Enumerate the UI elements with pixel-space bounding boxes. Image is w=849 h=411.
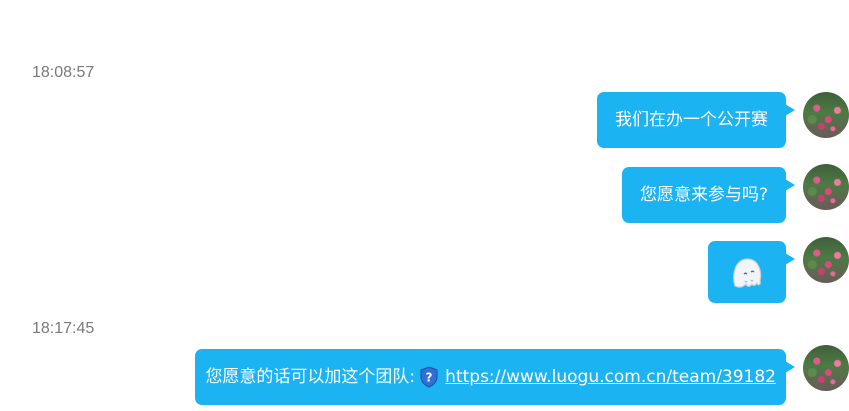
shield-question-icon: ? bbox=[420, 366, 438, 388]
avatar[interactable] bbox=[803, 345, 849, 391]
message-bubble[interactable]: 您愿意来参与吗? bbox=[621, 167, 796, 223]
message-bubble[interactable]: 我们在办一个公开赛 bbox=[597, 92, 795, 148]
message-timestamp: 18:08:57 bbox=[32, 64, 95, 81]
message-bubble[interactable] bbox=[708, 241, 795, 303]
avatar[interactable] bbox=[803, 164, 849, 210]
svg-text:?: ? bbox=[426, 371, 433, 385]
avatar[interactable] bbox=[803, 92, 849, 138]
message-text: 您愿意的话可以加这个团队: bbox=[205, 367, 416, 387]
message-timestamp: 18:17:45 bbox=[32, 320, 95, 337]
team-link[interactable]: https://www.luogu.com.cn/team/39182 bbox=[445, 366, 776, 388]
avatar[interactable] bbox=[803, 237, 849, 283]
ghost-sticker-icon bbox=[733, 258, 762, 288]
message-bubble[interactable]: 您愿意的话可以加这个团队: ? https://www.luogu.com.cn… bbox=[195, 349, 795, 405]
